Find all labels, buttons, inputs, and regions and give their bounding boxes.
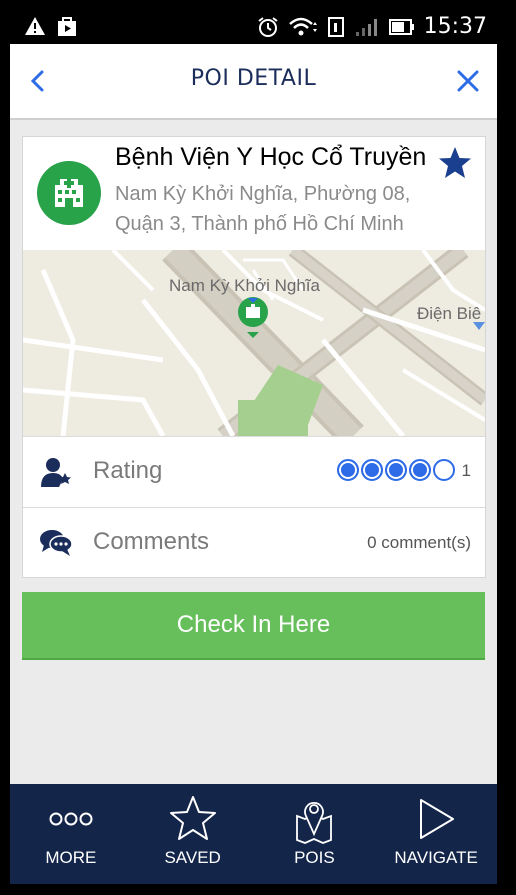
nav-more[interactable]: MORE (10, 784, 132, 884)
nav-pois[interactable]: POIS (254, 784, 376, 884)
device-frame: 15:37 POI DETAIL Bệnh Viện Y Học Cổ Truy… (0, 0, 516, 895)
page-title: POI DETAIL (190, 66, 317, 91)
comment-count: 0 comment(s) (367, 533, 471, 552)
nav-saved-label: SAVED (164, 848, 221, 867)
battery-icon (388, 19, 414, 35)
check-in-button[interactable]: Check In Here (22, 592, 485, 660)
map-street-label: Điện Biê (417, 304, 482, 323)
favorite-star-icon[interactable] (437, 145, 473, 181)
map-pin-icon (296, 802, 333, 844)
map-street-label: Nam Kỳ Khởi Nghĩa (169, 276, 320, 295)
nav-navigate[interactable]: NAVIGATE (375, 784, 497, 884)
rating-count: 1 (461, 461, 471, 480)
rating-dot (385, 459, 407, 481)
status-time: 15:37 (423, 14, 487, 39)
rating-label: Rating (93, 457, 163, 484)
sim-icon (327, 17, 344, 37)
signal-icon (355, 19, 377, 36)
rating-dot (409, 459, 431, 481)
wifi-icon (288, 17, 317, 36)
status-bar: 15:37 (10, 10, 497, 44)
poi-address: Nam Kỳ Khởi Nghĩa, Phường 08, Quận 3, Th… (115, 179, 445, 239)
poi-map[interactable]: Nam Kỳ Khởi Nghĩa Điện Biê (23, 250, 485, 436)
alarm-icon (257, 17, 278, 37)
poi-name: Bệnh Viện Y Học Cổ Truyền (115, 143, 427, 171)
hospital-icon (37, 161, 101, 225)
warning-icon (25, 17, 45, 35)
nav-more-label: MORE (45, 848, 97, 867)
rating-dots (337, 459, 455, 481)
comments-row[interactable]: Comments 0 comment(s) (23, 507, 485, 578)
rating-dot (361, 459, 383, 481)
comments-icon (40, 530, 73, 556)
more-dots-icon (49, 812, 93, 826)
rating-row[interactable]: Rating 1 (23, 436, 485, 507)
rating-dot (337, 459, 359, 481)
star-outline-icon (169, 796, 216, 840)
bottom-nav: MORE SAVED POIS NAVIGATE (10, 784, 497, 884)
app-screen: 15:37 POI DETAIL Bệnh Viện Y Học Cổ Truy… (10, 10, 497, 884)
nav-saved[interactable]: SAVED (132, 784, 254, 884)
user-rating-icon (41, 458, 71, 487)
play-triangle-icon (420, 799, 455, 839)
comments-label: Comments (93, 528, 210, 555)
top-bar: POI DETAIL (10, 44, 497, 120)
poi-address-line-2: Quận 3, Thành phố Hồ Chí Minh (115, 213, 404, 235)
nav-pois-label: POIS (294, 848, 335, 867)
close-icon[interactable] (451, 64, 485, 98)
poi-address-line-1: Nam Kỳ Khởi Nghĩa, Phường 08, (115, 183, 411, 205)
nav-navigate-label: NAVIGATE (394, 848, 478, 867)
play-store-icon (58, 17, 76, 36)
poi-card: Bệnh Viện Y Học Cổ Truyền Nam Kỳ Khởi Ng… (22, 136, 486, 578)
rating-dot (433, 459, 455, 481)
